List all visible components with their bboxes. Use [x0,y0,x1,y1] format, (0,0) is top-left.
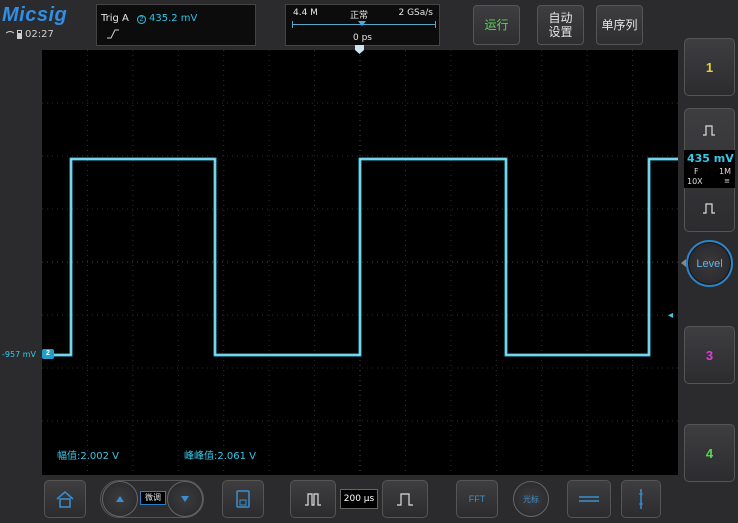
channel-2-probe: 10X [687,177,703,186]
acquisition-mode: 正常 [350,11,369,21]
channel-2-bandwidth: ≡ [724,177,730,185]
pulse-wave-icon [397,493,413,506]
channel-4-button[interactable]: 4 [684,424,735,482]
menu-button[interactable] [621,480,661,518]
memory-depth: 4.4 M [293,8,318,18]
fine-adjust-toggle[interactable]: 微调 [140,491,166,505]
trigger-time-marker-icon[interactable] [355,45,364,54]
pulse-wave-icon[interactable] [702,202,716,214]
clock: 02:27 [25,29,54,40]
channel-2-volts-div: 435 mV [687,152,734,165]
sample-rate: 2 GSa/s [398,8,433,18]
acquisition-info-panel[interactable]: 4.4 M 正常 2 GSa/s 0 ps [285,4,440,46]
channel-3-button[interactable]: 3 [684,326,735,384]
horizontal-delay: 0 ps [353,33,372,43]
trigger-level-knob[interactable]: Level [686,240,733,287]
channel-2-impedance: 1M [719,167,731,176]
memory-position-marker [358,21,366,26]
channel-2-coupling: F [694,167,699,176]
memory-bar-end [435,21,436,28]
wide-pulse-icon [305,493,321,506]
chevron-up-icon [116,496,124,502]
position-down-button[interactable] [167,481,203,517]
battery-icon [17,30,22,39]
trigger-level-value: 435.2 mV [149,13,198,24]
wifi-icon [4,31,14,39]
timebase-increase-button[interactable] [382,480,428,518]
save-button[interactable] [222,480,264,518]
trigger-level-marker-icon[interactable]: ◂ [668,310,673,321]
pulse-wave-icon[interactable] [702,124,716,136]
channel-2-trace [50,157,678,357]
trigger-info-panel[interactable]: Trig A 2 435.2 mV [96,4,256,46]
save-icon [236,490,250,508]
menu-icon [639,489,643,509]
channel-2-settings[interactable]: 435 mV F 1M 10X ≡ [684,150,735,188]
brand-logo: Micsig [2,4,68,26]
channel-2-trace-core [50,158,678,356]
run-button[interactable]: 运行 [473,5,520,45]
measure-button[interactable] [567,480,611,518]
home-button[interactable] [44,480,86,518]
graticule [42,50,678,475]
trigger-label: Trig A [101,13,129,24]
chevron-down-icon [181,496,189,502]
channel-2-ground-marker[interactable]: 2 [42,349,54,359]
single-sequence-button[interactable]: 单序列 [596,5,643,45]
trigger-source-badge: 2 [137,15,146,24]
cursor-button[interactable]: 光标 [513,481,549,517]
home-icon [56,491,74,508]
memory-bar-start [292,21,293,28]
amplitude-measurement: 幅值:2.002 V [57,451,120,462]
peak-to-peak-measurement: 峰峰值:2.061 V [184,451,257,462]
fft-button[interactable]: FFT [456,480,498,518]
status-bar: 02:27 [4,29,54,40]
position-up-button[interactable] [102,481,138,517]
timebase-decrease-button[interactable] [290,480,336,518]
waveform-display[interactable]: 幅值:2.002 V 峰峰值:2.061 V [42,50,678,475]
auto-setup-button[interactable]: 自动 设置 [537,5,584,45]
measure-icon [579,496,599,502]
channel-offset-value: -957 mV [2,350,36,359]
timebase-value[interactable]: 200 μs [340,489,378,509]
rising-edge-icon [107,29,119,39]
channel-1-button[interactable]: 1 [684,38,735,96]
